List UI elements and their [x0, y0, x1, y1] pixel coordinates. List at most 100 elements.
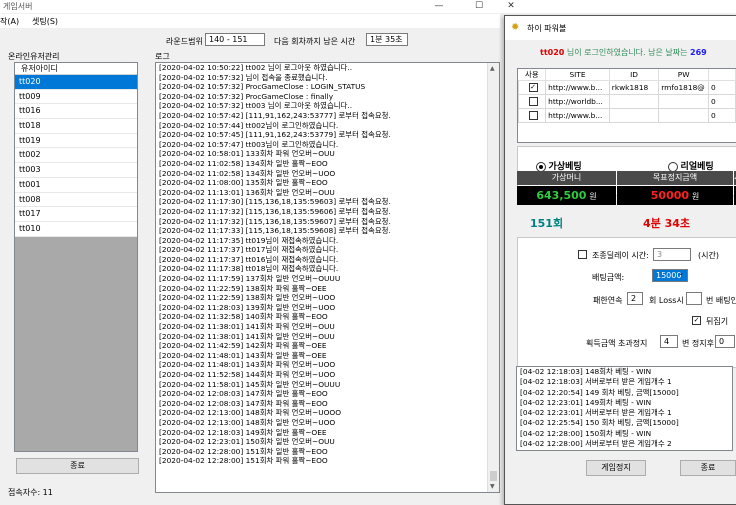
grid-cell-n[interactable]: 0	[708, 80, 736, 95]
grid-cell-site[interactable]: http://www.b...	[545, 80, 610, 95]
log-line: [2020-04-02 11:17:38] tt018님이 재접속하였습니다.	[159, 264, 339, 274]
menu-item-settings[interactable]: 셋팅(S)	[32, 16, 58, 27]
bet-message-box[interactable]: [04-02 12:18:03] 148회차 베팅 - WIN [04-02 12…	[516, 366, 733, 451]
minimize-icon[interactable]: —	[424, 0, 454, 13]
bet-message-line: [04-02 12:18:03] 148회차 베팅 - WIN	[520, 367, 652, 376]
user-list-item[interactable]: tt020	[15, 75, 137, 90]
log-line: [2020-04-02 12:08:03] 147회차 일반 홀짝~EOO	[159, 389, 328, 399]
settings-panel: 조종딜레이 시간: 3 (시간) 배팅금액: 15000 ⌄ 패한연속 2 회 …	[517, 237, 736, 368]
scroll-thumb[interactable]	[490, 471, 497, 481]
round-range-label: 라운드범위	[166, 37, 203, 46]
stop-after-input[interactable]: 0	[715, 335, 735, 348]
virtual-bet-radio[interactable]	[536, 161, 546, 172]
virtual-money-cell: 643,500 원	[517, 186, 616, 205]
grid-cell-pw[interactable]	[658, 108, 710, 123]
bet-amount-label: 배팅금액:	[592, 273, 625, 282]
delay-label: 조종딜레이 시간:	[592, 251, 649, 260]
target-amount-value: 50000	[650, 189, 690, 202]
virtual-money-value: 643,500	[536, 189, 587, 202]
log-scrollbar[interactable]: ▲ ▼	[487, 63, 499, 492]
grid-header-site: SITE	[545, 69, 610, 81]
log-line: [2020-04-02 11:22:59] 138회차 일반 언오버~UOO	[159, 293, 336, 303]
popup-title: 하이 파워볼	[527, 24, 567, 33]
grid-use-checkbox[interactable]: ✓	[528, 83, 538, 93]
grid-cell-id[interactable]	[608, 94, 660, 109]
real-bet-radio[interactable]	[668, 161, 678, 172]
delay-unit: (시간)	[698, 251, 719, 260]
user-list-item[interactable]: tt001	[15, 177, 137, 193]
scroll-down-icon[interactable]: ▼	[490, 483, 495, 490]
grid-header-use: 사용	[518, 69, 547, 81]
bet-message-line: [04-02 12:28:00] 서버로부터 받은 게임개수 2	[520, 439, 672, 449]
loss-input[interactable]: 2	[627, 292, 643, 305]
time-minutes: 4분	[643, 217, 661, 230]
bet-skip-input[interactable]	[686, 292, 702, 305]
grid-header-pw: PW	[658, 69, 710, 81]
end-button[interactable]: 종료	[16, 458, 139, 474]
log-line: [2020-04-02 11:17:35] tt019님이 재접속하였습니다.	[159, 235, 339, 245]
user-list-item[interactable]: tt008	[15, 192, 137, 208]
log-line: [2020-04-02 12:18:03] 149회차 일반 홀짝~OEE	[159, 427, 327, 437]
maximize-icon[interactable]: ☐	[464, 0, 494, 13]
user-list-item[interactable]: tt019	[15, 133, 137, 149]
grid-use-checkbox[interactable]	[528, 97, 538, 107]
grid-cell-pw[interactable]: rmfo1818@	[658, 80, 710, 95]
log-line: [2020-04-02 11:17:37] tt017님이 재접속하였습니다.	[159, 245, 339, 255]
popup-end-button[interactable]: 종료	[680, 460, 736, 476]
log-line: [2020-04-02 11:17:32] [115,136,18,135:59…	[159, 216, 391, 226]
log-line: [2020-04-02 10:57:44] tt002님이 로그인하였습니다.	[159, 120, 339, 130]
user-list-item[interactable]: tt018	[15, 119, 137, 134]
log-line: [2020-04-02 11:02:58] 134회차 일반 홀짝~EOO	[159, 158, 328, 168]
scroll-up-icon[interactable]: ▲	[490, 65, 495, 72]
user-list-item[interactable]: tt016	[15, 104, 137, 120]
bet-message-line: [04-02 12:23:01] 149회차 베팅 - WIN	[520, 397, 652, 407]
grid-cell-site[interactable]: http://www.b...	[545, 108, 610, 123]
log-line: [2020-04-02 12:13:00] 148회차 일반 언오버~UOO	[159, 417, 336, 427]
game-stop-button[interactable]: 게임정지	[586, 460, 646, 476]
delay-input[interactable]: 3	[653, 248, 691, 261]
grid-row[interactable]: http://worldb... 0	[518, 94, 736, 109]
log-label: 로그	[155, 52, 170, 61]
grid-use-checkbox[interactable]	[528, 111, 538, 121]
user-list[interactable]: 유저아이디 tt020 tt009 tt016 tt018 tt019 tt002 tt00…	[14, 62, 138, 452]
log-line: [2020-04-02 10:58:01] 133회차 파워 언오버~OUU	[159, 149, 335, 159]
grid-cell-pw[interactable]	[658, 94, 710, 109]
grid-header-extra	[708, 69, 736, 81]
delay-checkbox[interactable]	[578, 250, 587, 259]
user-list-header[interactable]: 유저아이디	[15, 63, 137, 75]
log-line: [2020-04-02 11:28:03] 139회차 일반 언오버~UOO	[159, 302, 336, 312]
grid-cell-id[interactable]: rkwk1818	[608, 80, 660, 95]
grid-cell-n[interactable]: 0	[708, 108, 736, 123]
target-amount-header: 목표정지금액	[617, 171, 733, 185]
user-list-item[interactable]: tt010	[15, 221, 137, 237]
grid-cell-site[interactable]: http://worldb...	[545, 94, 610, 109]
grid-cell-n[interactable]: 0	[708, 94, 736, 109]
next-round-field[interactable]: 1분 35초	[366, 33, 408, 46]
user-list-item[interactable]: tt003	[15, 163, 137, 178]
log-box[interactable]: [2020-04-02 10:50:22] tt002 님이 로그아웃 하였습니…	[155, 62, 500, 493]
chevron-down-icon[interactable]: ⌄	[678, 269, 684, 277]
next-round-label: 다음 회차까지 남은 시간	[274, 37, 356, 46]
login-text: 님이 로그인하였습니다. 남은 날짜는	[564, 48, 691, 57]
site-grid[interactable]: 사용 SITE ID PW ✓ http://www.b... rkwk1818 rm…	[517, 68, 736, 143]
flip-checkbox[interactable]: ✓	[692, 316, 701, 325]
close-icon[interactable]: ✕	[496, 0, 526, 13]
user-list-item[interactable]: tt017	[15, 207, 137, 222]
menu-item-action[interactable]: 작(A)	[0, 16, 19, 27]
round-range-field[interactable]: 140 - 151	[205, 33, 265, 46]
log-line: [2020-04-02 11:22:59] 138회차 파워 홀짝~OEE	[159, 283, 327, 293]
grid-cell-id[interactable]	[608, 108, 660, 123]
days-left: 269	[690, 48, 707, 57]
virtual-money-unit: 원	[589, 192, 597, 201]
grid-row[interactable]: http://www.b... 0	[518, 108, 736, 123]
log-line: [2020-04-02 12:08:03] 147회차 파워 홀짝~EOO	[159, 398, 328, 408]
grid-row[interactable]: ✓ http://www.b... rkwk1818 rmfo1818@ 0	[518, 80, 736, 95]
target-amount-cell: 50000 원	[617, 186, 733, 205]
profit-stop-input[interactable]: 4	[660, 335, 678, 348]
log-line: [2020-04-02 12:28:00] 151회차 파워 홀짝~EOO	[159, 456, 328, 466]
flip-label: 뒤집기	[706, 317, 729, 326]
user-list-item[interactable]: tt009	[15, 89, 137, 105]
user-list-item[interactable]: tt002	[15, 148, 137, 164]
online-users-label: 온라인유저관리	[8, 52, 60, 61]
login-user: tt020	[540, 48, 565, 57]
